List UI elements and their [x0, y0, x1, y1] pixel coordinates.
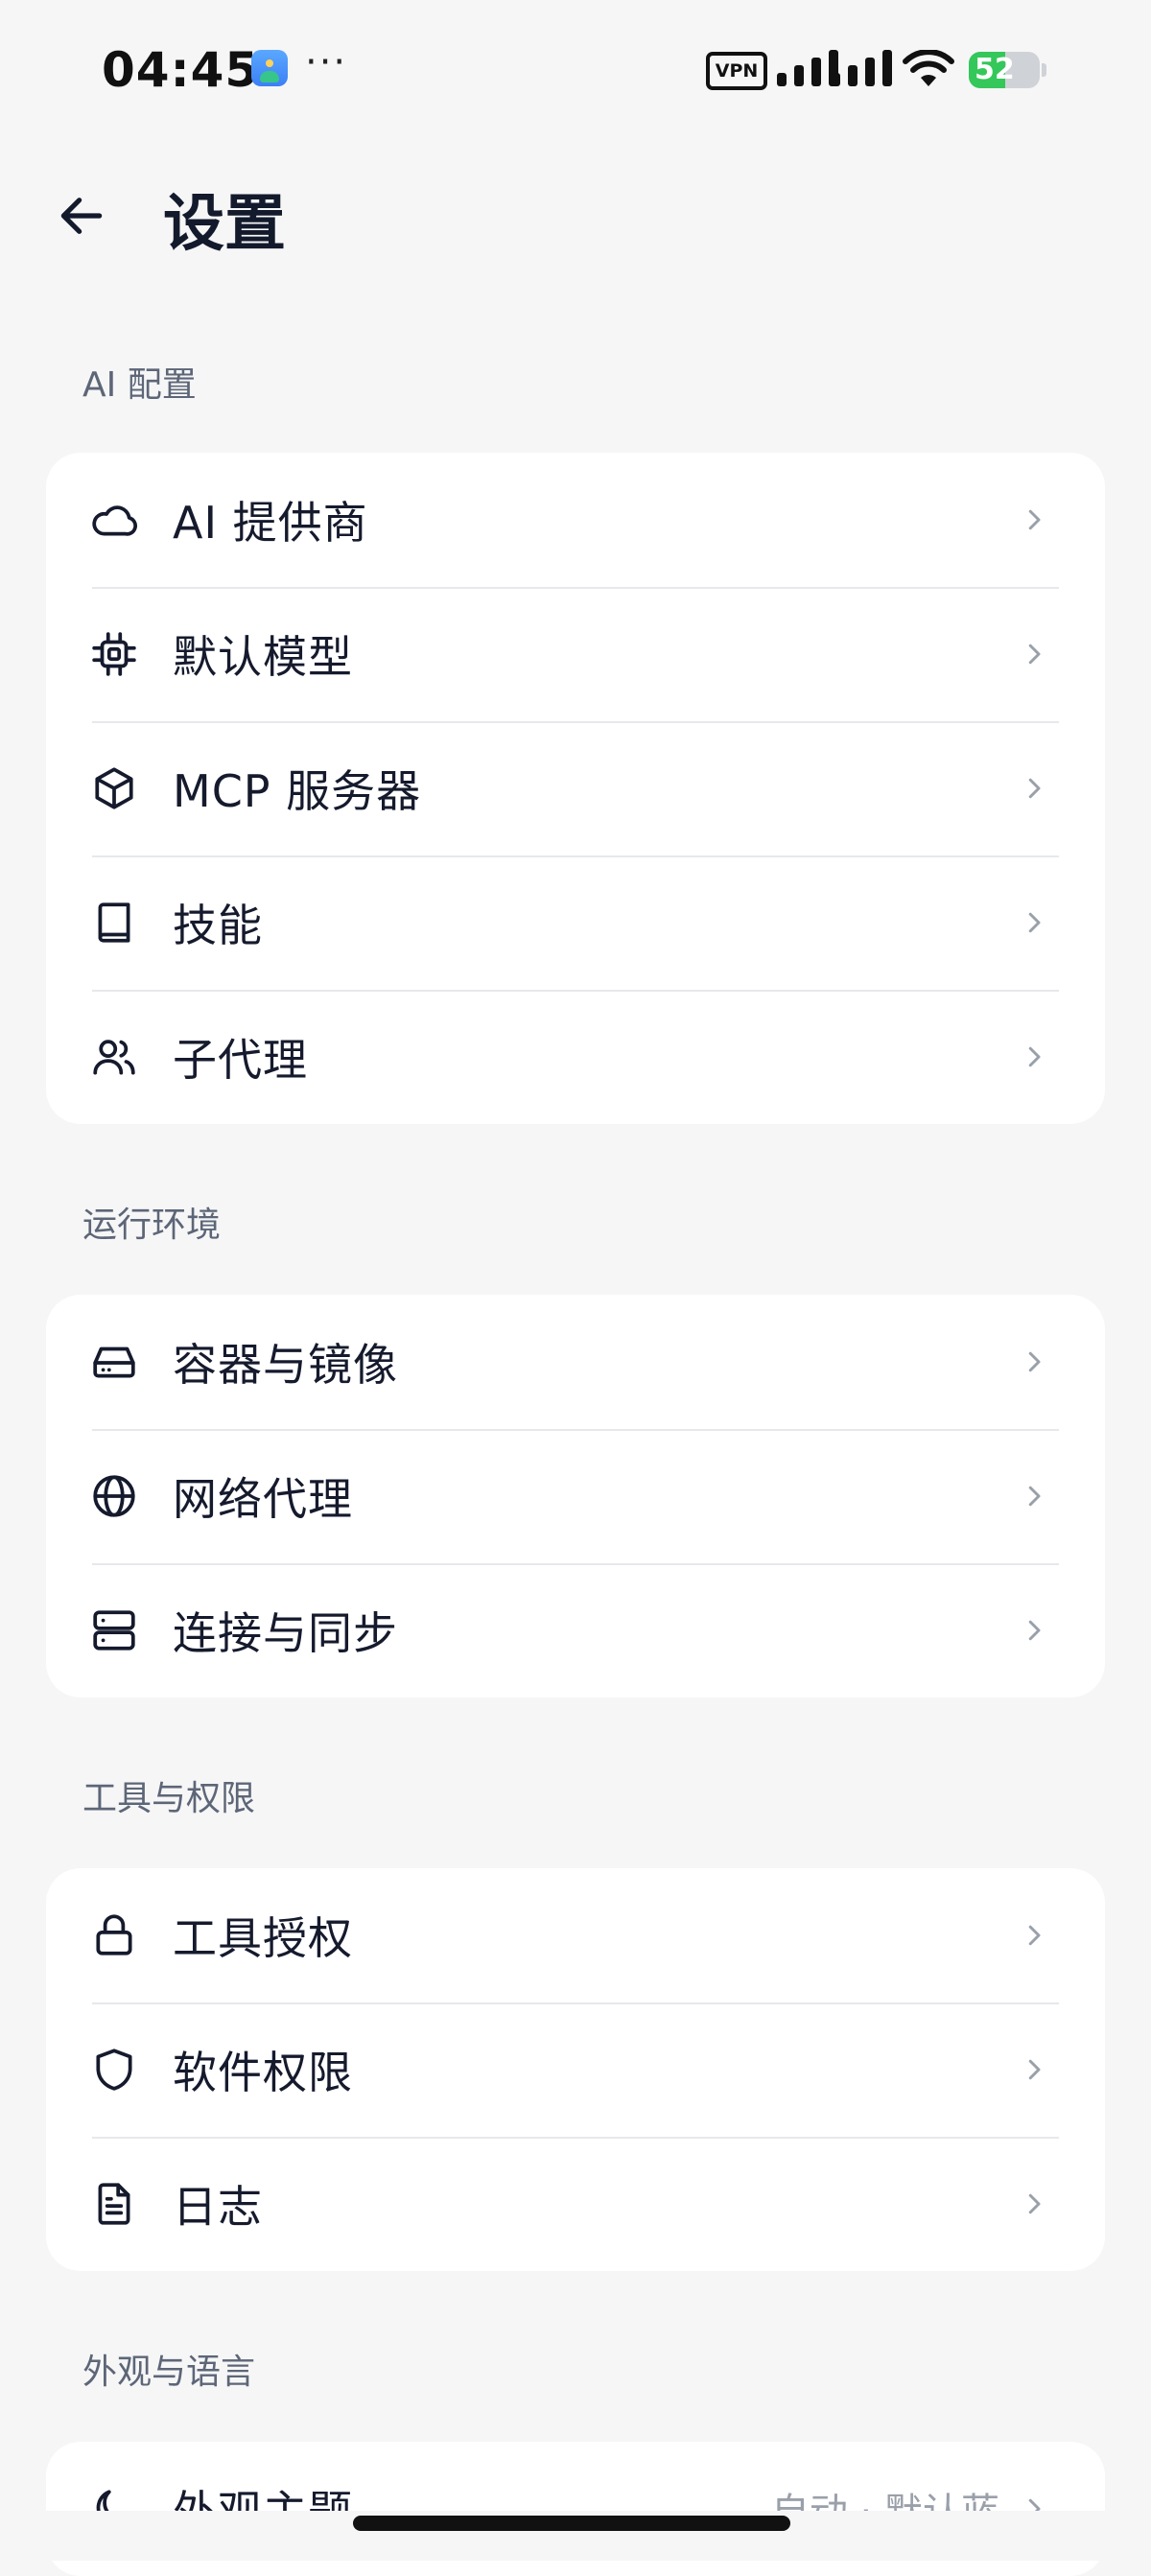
settings-item-ai-provider[interactable]: AI 提供商 — [46, 453, 1105, 587]
settings-item-skills[interactable]: 技能 — [46, 855, 1105, 990]
cube-icon — [88, 762, 140, 814]
chevron-right-icon — [1017, 637, 1051, 671]
back-button[interactable] — [48, 182, 115, 249]
shield-icon — [88, 2044, 140, 2096]
page-title: 设置 — [163, 189, 286, 260]
section-label-runtime: 运行环境 — [82, 1206, 222, 1245]
settings-item-mcp-server[interactable]: MCP 服务器 — [46, 721, 1105, 855]
chevron-right-icon — [1017, 2052, 1051, 2087]
settings-item-label: 日志 — [173, 2181, 263, 2233]
chevron-right-icon — [1017, 1479, 1051, 1513]
chip-icon — [88, 628, 140, 680]
settings-item-label: 软件权限 — [173, 2047, 353, 2098]
book-icon — [88, 897, 140, 948]
signal-icon-2 — [831, 50, 892, 86]
section-label-appearance: 外观与语言 — [82, 2353, 256, 2392]
settings-item-default-model[interactable]: 默认模型 — [46, 587, 1105, 721]
settings-item-label: 连接与同步 — [173, 1607, 398, 1659]
settings-item-label: 默认模型 — [173, 631, 353, 683]
settings-card-ai: AI 提供商 默认模型 MCP 服务器 技能 子代理 — [46, 453, 1105, 1124]
status-time: 04:45 — [102, 42, 260, 98]
settings-item-logs[interactable]: 日志 — [46, 2137, 1105, 2271]
settings-item-label: 网络代理 — [173, 1473, 353, 1525]
vpn-badge: VPN — [706, 52, 767, 90]
chevron-right-icon — [1017, 1345, 1051, 1379]
settings-item-subagents[interactable]: 子代理 — [46, 990, 1105, 1124]
more-notifications-icon: ··· — [305, 40, 348, 84]
settings-item-containers[interactable]: 容器与镜像 — [46, 1295, 1105, 1429]
settings-item-label: MCP 服务器 — [173, 765, 422, 817]
notification-app-icon — [251, 50, 288, 86]
chevron-right-icon — [1017, 1040, 1051, 1074]
lock-icon — [88, 1909, 140, 1961]
chevron-right-icon — [1017, 905, 1051, 940]
file-text-icon — [88, 2178, 140, 2230]
home-indicator[interactable] — [353, 2516, 790, 2531]
settings-item-app-permissions[interactable]: 软件权限 — [46, 2002, 1105, 2137]
settings-item-label: 工具授权 — [173, 1912, 353, 1964]
battery-cap — [1042, 63, 1046, 77]
status-bar: 04:45 ··· VPN 52 — [0, 0, 1151, 144]
battery-indicator: 52 — [969, 52, 1040, 88]
settings-item-label: 子代理 — [173, 1034, 308, 1086]
page-header: 设置 — [0, 163, 1151, 269]
cloud-icon — [88, 494, 140, 546]
chevron-right-icon — [1017, 771, 1051, 806]
arrow-left-icon — [60, 198, 103, 234]
chevron-right-icon — [1017, 1918, 1051, 1953]
settings-item-label: 容器与镜像 — [173, 1339, 398, 1391]
battery-percent: 52 — [975, 53, 1015, 86]
settings-item-label: AI 提供商 — [173, 497, 368, 549]
settings-item-tool-auth[interactable]: 工具授权 — [46, 1868, 1105, 2002]
section-label-ai: AI 配置 — [82, 365, 197, 405]
settings-item-network-proxy[interactable]: 网络代理 — [46, 1429, 1105, 1563]
chevron-right-icon — [1017, 1613, 1051, 1648]
server-icon — [88, 1604, 140, 1656]
section-label-tools: 工具与权限 — [82, 1779, 256, 1818]
wifi-icon — [903, 50, 954, 86]
settings-item-label: 技能 — [173, 900, 263, 951]
chevron-right-icon — [1017, 503, 1051, 537]
chevron-right-icon — [1017, 2187, 1051, 2221]
globe-icon — [88, 1470, 140, 1522]
settings-card-runtime: 容器与镜像 网络代理 连接与同步 — [46, 1295, 1105, 1698]
hard-drive-icon — [88, 1336, 140, 1388]
settings-card-tools: 工具授权 软件权限 日志 — [46, 1868, 1105, 2271]
settings-item-connection-sync[interactable]: 连接与同步 — [46, 1563, 1105, 1698]
users-icon — [88, 1031, 140, 1083]
